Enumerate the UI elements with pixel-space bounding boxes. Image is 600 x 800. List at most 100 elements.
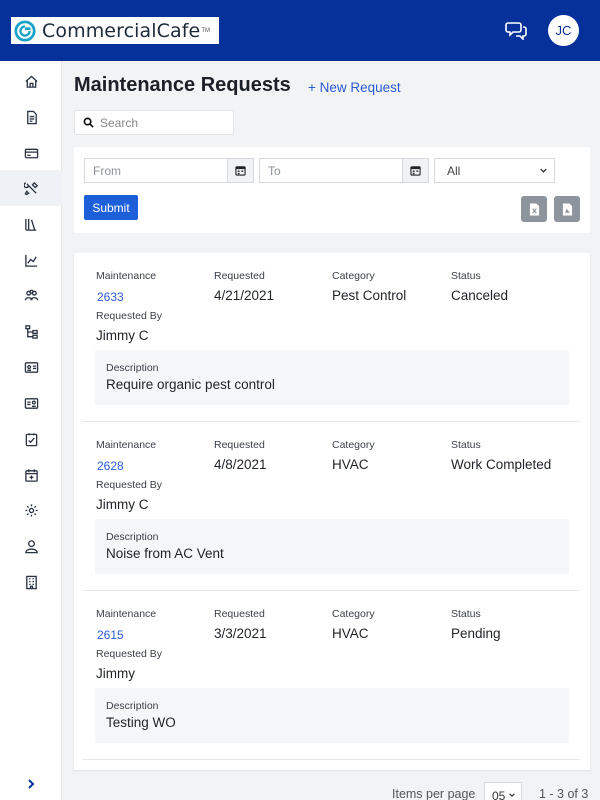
sidebar-item-reports[interactable] (0, 242, 62, 278)
calendar-add-icon (24, 468, 38, 482)
status-filter-value: All (447, 163, 461, 178)
sidebar-item-profile[interactable] (0, 528, 62, 564)
maintenance-label: Maintenance (96, 270, 157, 282)
maintenance-label: Maintenance (96, 608, 157, 620)
from-calendar-button[interactable] (227, 159, 253, 182)
sidebar-item-home[interactable] (0, 63, 62, 99)
sidebar-item-calendar[interactable] (0, 457, 62, 493)
status-label: Status (451, 608, 481, 620)
sidebar-item-maintenance[interactable] (0, 170, 62, 206)
sidebar-item-hierarchy[interactable] (0, 313, 62, 349)
excel-file-icon (529, 203, 539, 215)
export-excel-button[interactable] (521, 196, 547, 222)
chevron-down-icon (509, 793, 515, 798)
sidebar-item-contacts[interactable] (0, 385, 62, 421)
request-category: HVAC (332, 457, 369, 472)
to-date-input[interactable] (260, 159, 400, 182)
sidebar-item-documents[interactable] (0, 99, 62, 135)
items-per-page-select[interactable]: 05 (484, 782, 522, 800)
requested-label: Requested (214, 608, 265, 620)
export-pdf-button[interactable] (554, 196, 580, 222)
sidebar-item-tasks[interactable] (0, 421, 62, 457)
request-card: Maintenance Requested Category Status 26… (83, 591, 580, 760)
description-box: Description Require organic pest control (95, 350, 569, 405)
search-box (74, 110, 234, 135)
from-date-input[interactable] (85, 159, 225, 182)
sidebar-item-settings[interactable] (0, 492, 62, 528)
people-icon (24, 289, 38, 300)
page-title: Maintenance Requests (74, 74, 291, 96)
calendar-icon (235, 166, 246, 176)
category-label: Category (332, 439, 375, 451)
request-status: Work Completed (451, 457, 552, 472)
requested-by-value: Jimmy C (96, 497, 149, 512)
request-id-link[interactable]: 2615 (97, 628, 124, 642)
chart-icon (24, 254, 37, 267)
user-icon (24, 539, 38, 553)
sidebar-collapse-button[interactable] (20, 773, 42, 795)
sidebar-item-building[interactable] (0, 564, 62, 600)
items-per-page-value: 05 (492, 789, 506, 800)
request-id-link[interactable]: 2628 (97, 459, 124, 473)
calendar-icon (410, 166, 421, 176)
tools-icon (23, 181, 38, 195)
description-value: Testing WO (106, 715, 176, 730)
requested-date: 3/3/2021 (214, 626, 267, 641)
request-status: Canceled (451, 288, 509, 303)
description-box: Description Testing WO (95, 688, 569, 743)
description-label: Description (106, 531, 159, 543)
sidebar (0, 61, 62, 800)
library-icon (24, 218, 36, 231)
status-label: Status (451, 270, 481, 282)
requested-by-value: Jimmy C (96, 328, 149, 343)
requested-date: 4/8/2021 (214, 457, 267, 472)
requested-label: Requested (214, 270, 265, 282)
to-date-field (259, 158, 429, 183)
search-icon (83, 117, 94, 128)
id-card-icon (24, 361, 38, 373)
description-label: Description (106, 362, 159, 374)
requested-by-label: Requested By (96, 310, 162, 322)
home-icon (24, 74, 38, 88)
to-calendar-button[interactable] (402, 159, 428, 182)
document-icon (26, 110, 37, 124)
contact-card-icon (24, 397, 38, 409)
description-value: Noise from AC Vent (106, 546, 224, 561)
commercialcafe-logo[interactable]: CommercialCafe TM (11, 17, 219, 44)
requested-by-label: Requested By (96, 479, 162, 491)
category-label: Category (332, 270, 375, 282)
logo-mark-icon (14, 19, 36, 42)
chevron-right-icon (28, 779, 35, 789)
requested-by-label: Requested By (96, 648, 162, 660)
new-request-link[interactable]: + New Request (308, 80, 401, 95)
logo-trademark: TM (201, 27, 210, 34)
requested-date: 4/21/2021 (214, 288, 275, 303)
maintenance-label: Maintenance (96, 439, 157, 451)
sidebar-item-id-card[interactable] (0, 349, 62, 385)
chat-icon[interactable] (505, 20, 527, 41)
description-value: Require organic pest control (106, 377, 275, 392)
pdf-file-icon (562, 203, 572, 215)
checklist-icon (25, 432, 37, 446)
hierarchy-icon (24, 324, 38, 339)
request-card: Maintenance Requested Category Status 26… (83, 253, 580, 422)
description-label: Description (106, 700, 159, 712)
submit-button[interactable]: Submit (84, 195, 138, 220)
pagination-range: 1 - 3 of 3 (539, 787, 589, 800)
sidebar-item-community[interactable] (0, 277, 62, 313)
requested-by-value: Jimmy (96, 666, 135, 681)
search-input[interactable] (100, 115, 220, 130)
sidebar-item-payments[interactable] (0, 135, 62, 171)
description-box: Description Noise from AC Vent (95, 519, 569, 574)
items-per-page-label: Items per page (392, 787, 476, 800)
sidebar-item-library[interactable] (0, 206, 62, 242)
top-bar: CommercialCafe TM JC (0, 0, 600, 61)
building-icon (25, 575, 37, 589)
filter-panel: All Submit (74, 147, 590, 233)
request-id-link[interactable]: 2633 (97, 290, 124, 304)
user-avatar[interactable]: JC (548, 15, 579, 46)
status-filter-select[interactable]: All (434, 158, 555, 183)
logo-text: CommercialCafe (42, 19, 201, 42)
request-status: Pending (451, 626, 501, 641)
status-label: Status (451, 439, 481, 451)
